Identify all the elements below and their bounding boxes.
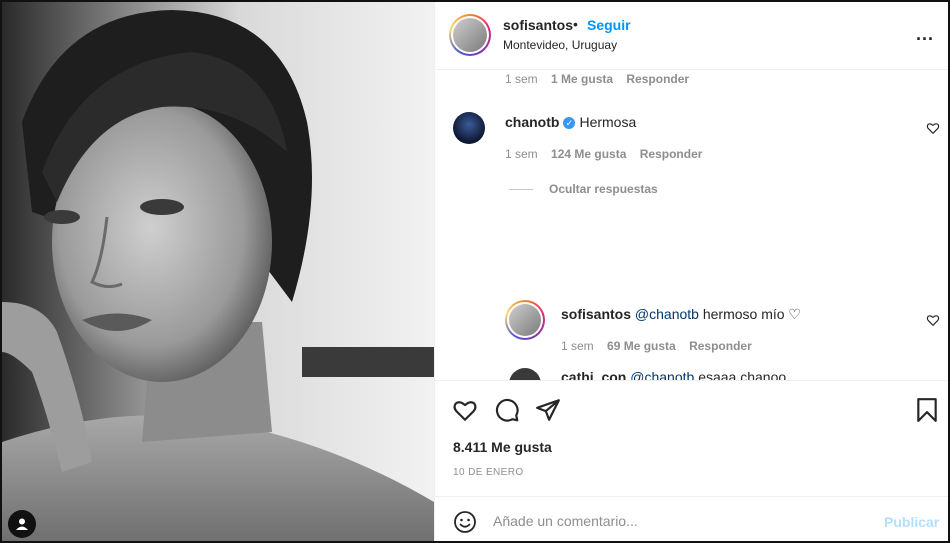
reply-body: sofisantos @chanotb hermoso mío ♡ (561, 306, 801, 323)
comment-time: 1 sem (505, 147, 538, 161)
emoji-icon[interactable] (453, 510, 477, 534)
share-icon[interactable] (535, 397, 561, 423)
replies-divider (509, 189, 533, 190)
person-icon (16, 518, 28, 530)
comment-meta: 1 sem 124 Me gusta Responder (505, 147, 702, 161)
reply-likes[interactable]: 69 Me gusta (607, 339, 676, 353)
commenter-avatar[interactable] (453, 112, 485, 144)
publish-button[interactable]: Publicar (884, 514, 939, 530)
comment-text: Hermosa (579, 114, 637, 130)
reply-avatar[interactable] (509, 368, 541, 380)
likes-count[interactable]: 8.411 Me gusta (453, 439, 552, 455)
comment-icon[interactable] (494, 397, 520, 423)
reply-username[interactable]: sofisantos (561, 306, 631, 322)
portrait-image (2, 2, 434, 541)
comment-likes[interactable]: 124 Me gusta (551, 147, 626, 161)
reply-avatar[interactable] (505, 300, 545, 340)
post-sidebar: sofisantos • Seguir Montevideo, Uruguay … (434, 2, 948, 541)
bookmark-icon[interactable] (914, 397, 940, 423)
comment-input[interactable] (493, 509, 873, 533)
reply-button[interactable]: Responder (640, 147, 703, 161)
heart-icon[interactable] (452, 397, 478, 423)
post-date[interactable]: 10 DE ENERO (453, 467, 524, 478)
mention-link[interactable]: @chanotb (635, 306, 699, 322)
mention-link[interactable]: @chanotb (630, 369, 694, 380)
hide-replies-button[interactable]: Ocultar respuestas (549, 182, 658, 196)
reply-body: cathi_con @chanotb esaaa chanoo (561, 369, 786, 380)
comment-body: chanotb ✓ Hermosa (505, 114, 636, 130)
reply-text: esaaa chanoo (698, 369, 787, 380)
reply-username[interactable]: cathi_con (561, 369, 626, 380)
reply-text: hermoso mío ♡ (702, 306, 801, 322)
more-options-icon[interactable]: ... (911, 22, 939, 46)
reply-time: 1 sem (561, 339, 594, 353)
comment-time: 1 sem (505, 72, 538, 86)
commenter-username[interactable]: chanotb (505, 114, 559, 130)
author-avatar[interactable] (449, 14, 491, 56)
comment-composer: Publicar (435, 496, 948, 541)
comments-list[interactable]: 1 sem 1 Me gusta Responder chanotb ✓ Hermo… (435, 71, 948, 380)
user-tag-button[interactable] (8, 510, 36, 538)
follow-button[interactable]: Seguir (587, 17, 631, 33)
post-location[interactable]: Montevideo, Uruguay (503, 38, 617, 52)
comment-meta: 1 sem 1 Me gusta Responder (505, 72, 689, 86)
reply-button[interactable]: Responder (626, 72, 689, 86)
post-modal: sofisantos • Seguir Montevideo, Uruguay … (0, 0, 950, 543)
header-separator: • (573, 16, 578, 32)
post-header: sofisantos • Seguir Montevideo, Uruguay … (435, 2, 948, 70)
like-comment-heart-icon[interactable] (926, 121, 940, 135)
comment-likes[interactable]: 1 Me gusta (551, 72, 613, 86)
like-reply-heart-icon[interactable] (926, 313, 940, 327)
post-actions: 8.411 Me gusta 10 DE ENERO (435, 380, 948, 496)
reply-button[interactable]: Responder (689, 339, 752, 353)
verified-badge-icon: ✓ (563, 117, 576, 129)
author-username[interactable]: sofisantos (503, 17, 573, 33)
reply-meta: 1 sem 69 Me gusta Responder (561, 339, 752, 353)
post-photo[interactable] (2, 2, 434, 541)
